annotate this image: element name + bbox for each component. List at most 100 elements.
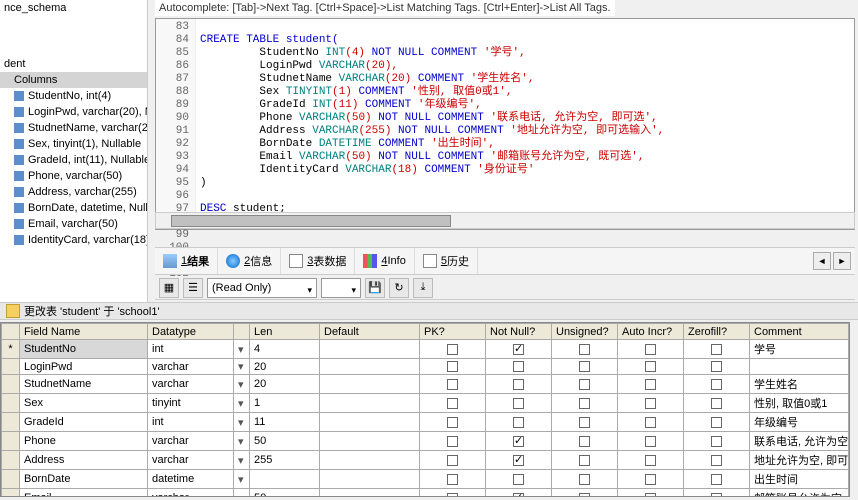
checkbox[interactable] (447, 436, 458, 447)
autoincr-cell[interactable] (618, 375, 684, 394)
horizontal-scrollbar[interactable] (155, 212, 855, 229)
grid-header[interactable]: Len (250, 324, 320, 340)
checkbox[interactable] (579, 436, 590, 447)
unsigned-cell[interactable] (552, 340, 618, 359)
field-name-cell[interactable]: StudentNo (20, 340, 148, 359)
zerofill-cell[interactable] (684, 340, 750, 359)
datatype-dropdown[interactable]: ▾ (234, 375, 250, 394)
grid-header[interactable]: Field Name (20, 324, 148, 340)
tab-history[interactable]: 5 历史 (415, 248, 478, 274)
tree-column-item[interactable]: Phone, varchar(50) (0, 168, 147, 184)
checkbox[interactable] (447, 361, 458, 372)
pk-cell[interactable] (420, 340, 486, 359)
datatype-dropdown[interactable]: ▾ (234, 432, 250, 451)
tree-column-item[interactable]: IdentityCard, varchar(18), (0, 232, 147, 248)
tab-messages[interactable]: 2 信息 (218, 248, 281, 274)
checkbox[interactable] (513, 493, 524, 497)
comment-cell[interactable]: 学生姓名 (750, 375, 849, 394)
grid-header[interactable]: Unsigned? (552, 324, 618, 340)
default-cell[interactable] (320, 359, 420, 375)
len-cell[interactable]: 255 (250, 451, 320, 470)
comment-cell[interactable] (750, 359, 849, 375)
checkbox[interactable] (645, 361, 656, 372)
notnull-cell[interactable] (486, 375, 552, 394)
tab-prev-button[interactable]: ◄ (813, 252, 831, 270)
checkbox[interactable] (513, 379, 524, 390)
table-row[interactable]: Phonevarchar▾50联系电话, 允许为空, 即 (2, 432, 849, 451)
refresh-button[interactable]: ↻ (389, 278, 409, 298)
table-row[interactable]: BornDatedatetime▾出生时间 (2, 470, 849, 489)
table-row[interactable]: Emailvarchar▾50邮箱账号允许为空, 既可 (2, 489, 849, 498)
zerofill-cell[interactable] (684, 451, 750, 470)
checkbox[interactable] (513, 398, 524, 409)
checkbox[interactable] (579, 474, 590, 485)
datatype-cell[interactable]: datetime (148, 470, 234, 489)
unsigned-cell[interactable] (552, 489, 618, 498)
datatype-cell[interactable]: varchar (148, 489, 234, 498)
len-cell[interactable]: 50 (250, 489, 320, 498)
checkbox[interactable] (513, 455, 524, 466)
pk-cell[interactable] (420, 470, 486, 489)
pk-cell[interactable] (420, 489, 486, 498)
export-button[interactable]: ⤓ (413, 278, 433, 298)
scrollbar-thumb[interactable] (171, 215, 451, 227)
unsigned-cell[interactable] (552, 432, 618, 451)
checkbox[interactable] (645, 344, 656, 355)
checkbox[interactable] (579, 398, 590, 409)
comment-cell[interactable]: 地址允许为空, 即可选输 (750, 451, 849, 470)
autoincr-cell[interactable] (618, 413, 684, 432)
checkbox[interactable] (645, 379, 656, 390)
tree-column-item[interactable]: GradeId, int(11), Nullable (0, 152, 147, 168)
checkbox[interactable] (711, 398, 722, 409)
unsigned-cell[interactable] (552, 375, 618, 394)
comment-cell[interactable]: 出生时间 (750, 470, 849, 489)
pk-cell[interactable] (420, 432, 486, 451)
sql-editor[interactable]: 83 84 85 86 87 88 89 90 91 92 93 94 95 9… (155, 18, 855, 230)
autoincr-cell[interactable] (618, 394, 684, 413)
default-cell[interactable] (320, 489, 420, 498)
len-cell[interactable]: 1 (250, 394, 320, 413)
grid-header[interactable]: PK? (420, 324, 486, 340)
checkbox[interactable] (513, 436, 524, 447)
unsigned-cell[interactable] (552, 359, 618, 375)
autoincr-cell[interactable] (618, 489, 684, 498)
field-name-cell[interactable]: Address (20, 451, 148, 470)
grid-header[interactable] (2, 324, 20, 340)
limit-combo[interactable] (321, 278, 361, 298)
datatype-cell[interactable]: varchar (148, 451, 234, 470)
zerofill-cell[interactable] (684, 470, 750, 489)
toggle-form-button[interactable]: ☰ (183, 278, 203, 298)
checkbox[interactable] (513, 417, 524, 428)
datatype-dropdown[interactable]: ▾ (234, 470, 250, 489)
checkbox[interactable] (645, 398, 656, 409)
checkbox[interactable] (711, 474, 722, 485)
unsigned-cell[interactable] (552, 394, 618, 413)
grid-header[interactable] (234, 324, 250, 340)
len-cell[interactable]: 50 (250, 432, 320, 451)
checkbox[interactable] (447, 417, 458, 428)
table-row[interactable]: Addressvarchar▾255地址允许为空, 即可选输 (2, 451, 849, 470)
checkbox[interactable] (645, 474, 656, 485)
tree-column-item[interactable]: Email, varchar(50) (0, 216, 147, 232)
checkbox[interactable] (645, 436, 656, 447)
tree-columns-folder[interactable]: Columns (0, 72, 147, 88)
autoincr-cell[interactable] (618, 432, 684, 451)
tab-tabledata[interactable]: 3 表数据 (281, 248, 355, 274)
default-cell[interactable] (320, 451, 420, 470)
datatype-cell[interactable]: varchar (148, 432, 234, 451)
notnull-cell[interactable] (486, 340, 552, 359)
grid-header[interactable]: Not Null? (486, 324, 552, 340)
pk-cell[interactable] (420, 451, 486, 470)
notnull-cell[interactable] (486, 470, 552, 489)
grid-header[interactable]: Datatype (148, 324, 234, 340)
tree-schema[interactable]: nce_schema (0, 0, 147, 16)
default-cell[interactable] (320, 340, 420, 359)
autoincr-cell[interactable] (618, 359, 684, 375)
zerofill-cell[interactable] (684, 413, 750, 432)
zerofill-cell[interactable] (684, 375, 750, 394)
default-cell[interactable] (320, 375, 420, 394)
datatype-dropdown[interactable]: ▾ (234, 359, 250, 375)
notnull-cell[interactable] (486, 451, 552, 470)
checkbox[interactable] (447, 344, 458, 355)
checkbox[interactable] (447, 474, 458, 485)
